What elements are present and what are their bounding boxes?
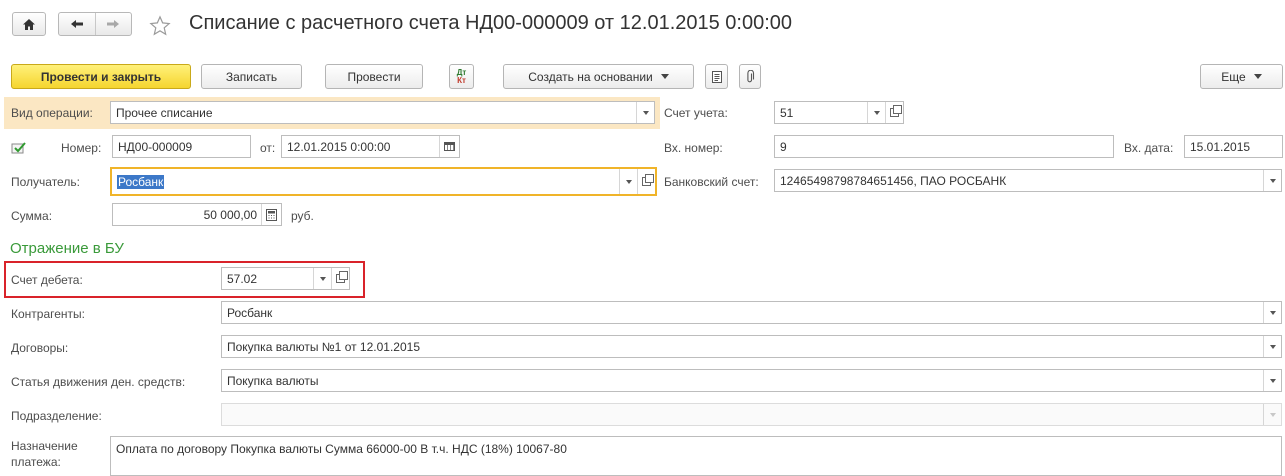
chevron-down-icon[interactable] (619, 169, 637, 194)
payment-purpose-label: Назначение платежа: (11, 439, 78, 469)
chevron-down-icon[interactable] (313, 268, 331, 289)
back-button[interactable] (59, 13, 96, 35)
open-icon[interactable] (637, 169, 655, 194)
operation-type-label: Вид операции: (11, 106, 93, 120)
chevron-down-icon (1253, 74, 1262, 79)
more-button[interactable]: Еще (1200, 64, 1283, 89)
favorite-star-button[interactable] (147, 13, 173, 39)
bu-section-title: Отражение в БУ (10, 240, 124, 257)
recipient-field[interactable]: Росбанк (110, 167, 657, 196)
chevron-down-icon[interactable] (636, 102, 654, 123)
open-icon[interactable] (331, 268, 349, 289)
bank-account-select[interactable]: 12465498798784651456, ПАО РОСБАНК (774, 169, 1282, 192)
debit-account-field[interactable]: 57.02 (221, 267, 350, 290)
open-icon[interactable] (885, 102, 903, 123)
account-label: Счет учета: (664, 106, 728, 120)
bank-account-label: Банковский счет: (664, 175, 759, 189)
number-label: Номер: (61, 141, 102, 155)
date-field[interactable]: 12.01.2015 0:00:00 (281, 135, 460, 158)
post-button[interactable]: Провести (325, 64, 423, 89)
contracts-select[interactable]: Покупка валюты №1 от 12.01.2015 (221, 335, 1282, 358)
chevron-down-icon[interactable] (1263, 302, 1281, 323)
page-title: Списание с расчетного счета НД00-000009 … (189, 12, 793, 34)
date-label: от: (260, 141, 276, 155)
currency-label: руб. (291, 209, 314, 223)
sum-label: Сумма: (11, 209, 53, 223)
home-button[interactable] (12, 12, 46, 36)
number-field[interactable]: НД00-000009 (112, 135, 251, 158)
account-field[interactable]: 51 (774, 101, 904, 124)
paperclip-icon (747, 69, 755, 82)
post-and-close-button[interactable]: Провести и закрыть (11, 64, 191, 89)
document-icon (711, 70, 722, 83)
operation-type-select[interactable]: Прочее списание (110, 101, 655, 124)
create-based-on-button[interactable]: Создать на основании (503, 64, 694, 89)
division-label: Подразделение: (11, 409, 102, 423)
dt-kt-button[interactable]: Дт Кт (449, 64, 474, 89)
arrow-right-icon (107, 20, 120, 28)
calendar-icon[interactable] (439, 136, 459, 157)
recipient-label: Получатель: (11, 175, 80, 189)
calculator-icon[interactable] (261, 204, 281, 225)
history-nav (58, 12, 132, 36)
chevron-down-icon[interactable] (1263, 170, 1281, 191)
chevron-down-icon[interactable] (1263, 404, 1281, 425)
star-icon (149, 15, 171, 36)
save-button[interactable]: Записать (201, 64, 302, 89)
attach-button[interactable] (739, 64, 761, 89)
incoming-date-label: Вх. дата: (1124, 141, 1174, 155)
chevron-down-icon[interactable] (1263, 336, 1281, 357)
chevron-down-icon[interactable] (1263, 370, 1281, 391)
payment-purpose-textarea[interactable]: Оплата по договору Покупка валюты Сумма … (110, 436, 1282, 476)
sum-field[interactable]: 50 000,00 (112, 203, 282, 226)
counterparties-select[interactable]: Росбанк (221, 301, 1282, 324)
cashflow-item-label: Статья движения ден. средств: (11, 375, 186, 389)
incoming-number-label: Вх. номер: (664, 141, 723, 155)
dt-kt-icon: Дт Кт (456, 67, 467, 85)
home-icon (23, 18, 35, 30)
contracts-label: Договоры: (11, 341, 69, 355)
forward-button[interactable] (96, 13, 132, 35)
print-button[interactable] (705, 64, 728, 89)
posted-status-icon (11, 142, 26, 154)
incoming-date-field[interactable]: 15.01.2015 (1184, 135, 1283, 158)
chevron-down-icon (660, 74, 669, 79)
debit-account-label: Счет дебета: (11, 273, 83, 287)
arrow-left-icon (70, 20, 83, 28)
cashflow-item-select[interactable]: Покупка валюты (221, 369, 1282, 392)
chevron-down-icon[interactable] (867, 102, 885, 123)
counterparties-label: Контрагенты: (11, 307, 86, 321)
division-select[interactable] (221, 403, 1282, 426)
incoming-number-field[interactable]: 9 (774, 135, 1114, 158)
